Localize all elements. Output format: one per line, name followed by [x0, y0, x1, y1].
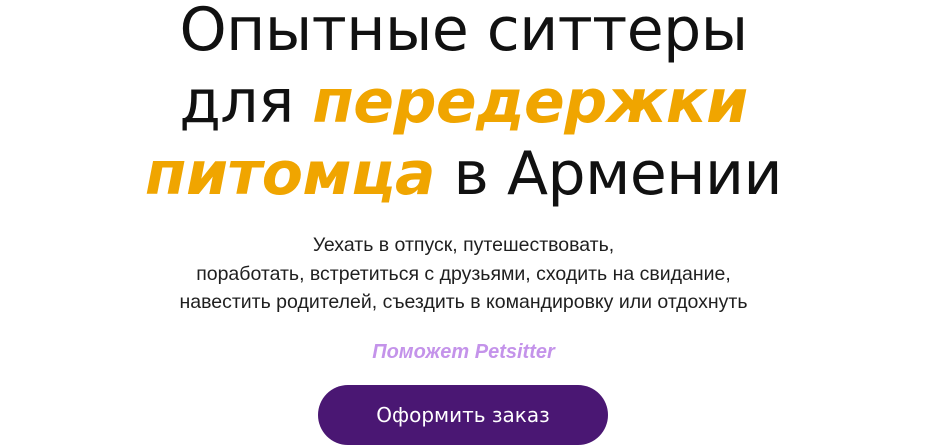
- hero-title: Опытные ситтеры для передержки питомца в…: [0, 0, 927, 210]
- hero-title-line-1: Опытные ситтеры: [179, 0, 748, 65]
- hero-title-accent-pet: питомца: [144, 139, 436, 209]
- hero-title-line-2: для передержки: [0, 66, 927, 138]
- hero-title-prefix: для: [179, 67, 313, 137]
- hero-title-line-3: питомца в Армении: [0, 138, 927, 210]
- hero-subtitle: Уехать в отпуск, путешествовать, поработ…: [0, 231, 927, 317]
- hero-subtitle-line-3: навестить родителей, съездить в командир…: [179, 291, 748, 313]
- hero-tagline: Поможет Petsitter: [372, 341, 555, 363]
- hero-subtitle-line-1: Уехать в отпуск, путешествовать,: [312, 234, 615, 256]
- hero-section: Опытные ситтеры для передержки питомца в…: [0, 0, 927, 445]
- hero-title-accent-fostering: передержки: [312, 67, 748, 137]
- order-button[interactable]: Оформить заказ: [318, 385, 608, 445]
- hero-title-suffix: в Армении: [434, 139, 783, 209]
- hero-subtitle-line-2: поработать, встретиться с друзьями, сход…: [196, 262, 731, 285]
